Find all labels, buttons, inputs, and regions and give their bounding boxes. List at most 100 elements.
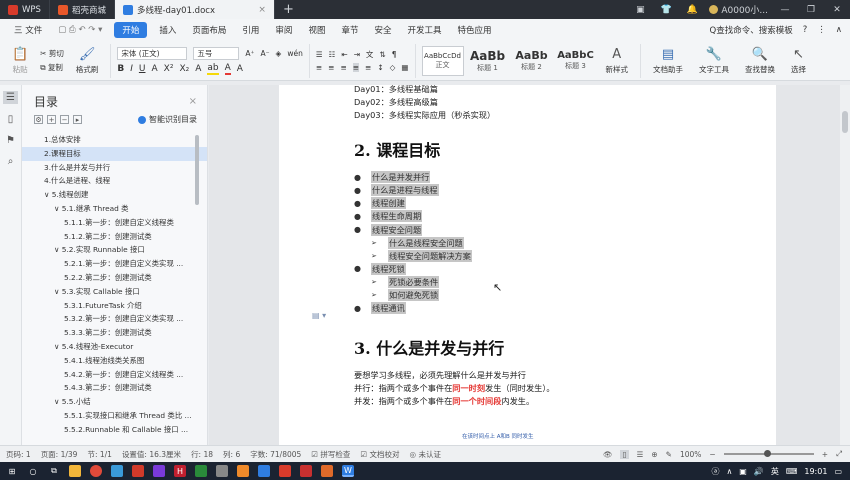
proofread-button[interactable]: ☑ 文档校对: [360, 449, 399, 460]
new-style-button[interactable]: A 新样式: [600, 47, 635, 75]
toc-item[interactable]: 1.总体安排: [22, 133, 207, 147]
network-icon[interactable]: ▣: [739, 467, 747, 476]
size-select[interactable]: 五号: [193, 46, 240, 60]
more-icon[interactable]: ⋮: [817, 25, 826, 35]
menu-references[interactable]: 引用: [234, 24, 267, 36]
menu-insert[interactable]: 插入: [151, 24, 184, 36]
collapse-all-icon[interactable]: −: [60, 115, 69, 124]
tab-document[interactable]: 多线程-day01.docx ×: [114, 0, 275, 19]
numbering-icon[interactable]: ☷: [329, 50, 336, 59]
style-heading-2[interactable]: AaBb 标题 2: [512, 46, 552, 76]
close-tab-icon[interactable]: ×: [258, 5, 266, 15]
minimize-button[interactable]: —: [776, 5, 794, 15]
style-heading-1[interactable]: AaBb 标题 1: [468, 46, 508, 76]
explorer-icon[interactable]: [69, 465, 81, 477]
pages-icon[interactable]: ▯: [8, 114, 14, 125]
char-border-icon[interactable]: A: [237, 64, 243, 74]
app-icon[interactable]: [321, 465, 333, 477]
app-icon[interactable]: [237, 465, 249, 477]
toc-item[interactable]: 5.2.2.第二步：创建测试类: [22, 271, 207, 285]
app-icon[interactable]: [195, 465, 207, 477]
select-button[interactable]: ↖ 选择: [785, 47, 812, 75]
style-normal[interactable]: AaBbCcDd 正文: [421, 45, 464, 76]
shrink-font-icon[interactable]: A⁻: [260, 49, 269, 58]
maximize-button[interactable]: ❐: [802, 5, 820, 15]
quick-tools[interactable]: ▢ ⎙ ↶ ↷ ▾: [50, 25, 110, 35]
zoom-slider[interactable]: [723, 450, 814, 457]
doc-assistant-button[interactable]: ▤ 文档助手: [647, 47, 689, 75]
font-select[interactable]: 宋体 (正文): [117, 46, 188, 60]
people-icon[interactable]: ⓐ: [711, 466, 719, 477]
menu-file[interactable]: 三 文件: [6, 24, 50, 36]
bookmark-icon[interactable]: ⚑: [6, 135, 15, 146]
skin-icon[interactable]: 👕: [657, 5, 675, 15]
toc-item[interactable]: ∨ 5.2.实现 Runnable 接口: [22, 243, 207, 257]
status-words[interactable]: 字数: 71/8005: [250, 449, 301, 460]
app-icon[interactable]: H: [174, 465, 186, 477]
toc-item[interactable]: 5.3.2.第一步：创建自定义类实现 ...: [22, 312, 207, 326]
new-tab-button[interactable]: +: [275, 0, 302, 19]
sort-icon[interactable]: ⇅: [379, 50, 385, 59]
paste-button[interactable]: 📋 粘贴: [6, 47, 34, 75]
font-color-icon[interactable]: A: [224, 63, 231, 75]
borders-icon[interactable]: ▦: [401, 63, 408, 72]
menu-developer[interactable]: 开发工具: [399, 24, 449, 36]
view-outline-icon[interactable]: ☰: [637, 450, 644, 459]
toc-item[interactable]: 5.3.1.FutureTask 介绍: [22, 299, 207, 313]
highlight-icon[interactable]: ab: [207, 63, 219, 75]
underline-button[interactable]: U: [139, 64, 146, 74]
toc-item[interactable]: 4.什么是进程、线程: [22, 174, 207, 188]
toc-item[interactable]: 5.4.1.线程池线类关系图: [22, 354, 207, 368]
app-icon[interactable]: [279, 465, 291, 477]
view-write-icon[interactable]: ✎: [666, 450, 672, 459]
app-icon[interactable]: [216, 465, 228, 477]
task-view-icon[interactable]: ⧉: [48, 465, 60, 477]
align-left-icon[interactable]: ≡: [316, 63, 322, 72]
menu-chapter[interactable]: 章节: [333, 24, 366, 36]
toc-toggle-icon[interactable]: ☰: [3, 91, 18, 104]
toc-item[interactable]: 3.什么是并发与并行: [22, 161, 207, 175]
zoom-in-button[interactable]: +: [822, 450, 828, 459]
view-web-icon[interactable]: ⊕: [651, 450, 657, 459]
notify-icon[interactable]: 🔔: [683, 5, 701, 15]
toc-item[interactable]: 5.3.3.第二步：创建测试类: [22, 326, 207, 340]
language-indicator[interactable]: 英: [771, 466, 779, 477]
app-icon[interactable]: [111, 465, 123, 477]
toc-item[interactable]: ∨ 5.线程创建: [22, 188, 207, 202]
superscript-button[interactable]: X²: [164, 64, 174, 74]
app-icon[interactable]: [258, 465, 270, 477]
font-effect-icon[interactable]: A: [195, 64, 201, 74]
app-icon[interactable]: [132, 465, 144, 477]
align-right-icon[interactable]: ≡: [340, 63, 346, 72]
layout-icon[interactable]: ▣: [631, 5, 649, 15]
toc-item[interactable]: 2.课程目标: [22, 146, 207, 161]
toc-item[interactable]: 5.1.1.第一步：创建自定义线程类: [22, 216, 207, 230]
wps-taskbar-icon[interactable]: W: [342, 465, 354, 477]
justify-icon[interactable]: ≡: [352, 63, 360, 72]
tab-wps[interactable]: WPS: [0, 0, 50, 19]
paragraph-handle-icon[interactable]: ▤ ▾: [312, 311, 326, 320]
search-commands[interactable]: Q查找命令、搜索模板: [710, 24, 793, 36]
toc-item[interactable]: ∨ 5.4.线程池-Executor: [22, 340, 207, 354]
toc-item[interactable]: ∨ 5.1.继承 Thread 类: [22, 202, 207, 216]
subscript-button[interactable]: X₂: [179, 64, 189, 74]
toc-item[interactable]: 5.4.3.第二步：创建测试类: [22, 381, 207, 395]
volume-icon[interactable]: 🔊: [754, 467, 764, 476]
notification-icon[interactable]: ▭: [834, 467, 842, 476]
toc-item[interactable]: 5.4.2.第一步：创建自定义线程类 ...: [22, 368, 207, 382]
search-panel-icon[interactable]: ⌕: [8, 156, 14, 167]
collapse-icon[interactable]: ∧: [836, 25, 842, 35]
smart-toc-button[interactable]: 智能识别目录: [138, 114, 197, 125]
strike-button[interactable]: A: [151, 64, 157, 74]
ime-icon[interactable]: ⌨: [786, 467, 798, 476]
format-painter-button[interactable]: 🖌 格式刷: [70, 47, 105, 75]
toc-settings-icon[interactable]: ⚙: [34, 115, 43, 124]
help-icon[interactable]: ?: [803, 25, 808, 35]
grow-font-icon[interactable]: A⁺: [245, 49, 254, 58]
text-tools-button[interactable]: 🔧 文字工具: [693, 47, 735, 75]
close-window-button[interactable]: ✕: [828, 5, 846, 15]
phonetic-icon[interactable]: wén: [287, 49, 303, 58]
show-marks-icon[interactable]: ¶: [392, 50, 397, 59]
line-spacing-icon[interactable]: ↕: [377, 63, 383, 72]
spell-check-button[interactable]: ☑ 拼写检查: [311, 449, 350, 460]
